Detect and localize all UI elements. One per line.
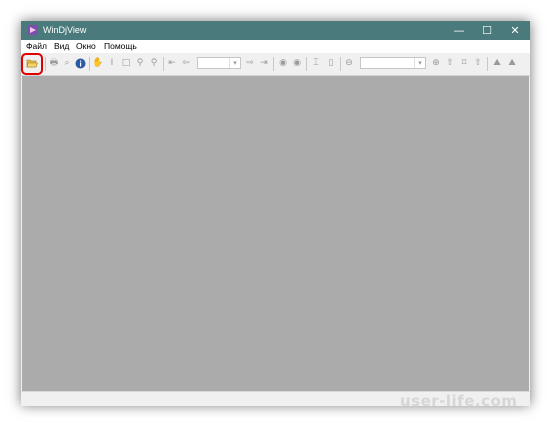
next-page-icon[interactable]: ⇨	[244, 57, 256, 69]
toolbar-separator	[306, 57, 307, 71]
prev-page-icon[interactable]: ⇦	[180, 57, 192, 69]
window-title: WinDjView	[43, 25, 87, 35]
maximize-button[interactable]: ☐	[473, 21, 501, 40]
toolbar-separator	[45, 57, 46, 71]
first-page-icon[interactable]: ⇤	[166, 57, 178, 69]
app-window: WinDjView — ☐ ✕ Файл Вид Окно Помощь 🖶 ⌕	[21, 21, 530, 406]
toolbar-separator	[163, 57, 164, 71]
windjview-app-icon	[28, 25, 38, 35]
page-number-combo[interactable]: ▾	[197, 57, 241, 69]
toolbar-separator	[340, 57, 341, 71]
print-icon[interactable]: 🖶	[48, 57, 60, 69]
toolbar-separator	[487, 57, 488, 71]
watermark: user-life.com	[400, 392, 518, 410]
chevron-down-icon: ▾	[414, 58, 425, 68]
back-icon[interactable]: ◉	[277, 57, 289, 69]
menu-file[interactable]: Файл	[26, 40, 47, 53]
fit-width-icon[interactable]: ⌑	[458, 57, 470, 69]
toolbar-separator	[89, 57, 90, 71]
two-pages-icon[interactable]: ▯	[325, 57, 337, 69]
menu-view[interactable]: Вид	[54, 40, 69, 53]
menu-window[interactable]: Окно	[76, 40, 96, 53]
minimize-button[interactable]: —	[445, 21, 473, 40]
hand-tool-icon[interactable]: ✋	[92, 57, 104, 69]
find-icon[interactable]: ⌕	[61, 57, 73, 69]
text-select-icon[interactable]: Ⅰ	[106, 57, 118, 69]
single-page-icon[interactable]: ⌶	[310, 57, 322, 69]
zoom-in-tool-icon[interactable]: ⚲	[134, 57, 146, 69]
zoom-combo[interactable]: ▾	[360, 57, 426, 69]
zoom-out-icon[interactable]: ⊖	[343, 57, 355, 69]
title-bar[interactable]: WinDjView — ☐ ✕	[21, 21, 530, 40]
rotate-left-icon[interactable]: ⛰	[491, 57, 503, 69]
menu-bar: Файл Вид Окно Помощь	[21, 40, 530, 53]
last-page-icon[interactable]: ⇥	[258, 57, 270, 69]
zoom-out-tool-icon[interactable]: ⚲	[148, 57, 160, 69]
toolbar-separator	[273, 57, 274, 71]
rect-select-icon[interactable]: □	[120, 57, 132, 69]
menu-help[interactable]: Помощь	[104, 40, 137, 53]
document-area[interactable]	[22, 76, 529, 391]
forward-icon[interactable]: ◉	[291, 57, 303, 69]
open-button[interactable]	[26, 57, 38, 69]
folder-open-icon	[26, 59, 38, 68]
close-button[interactable]: ✕	[501, 21, 529, 40]
info-icon[interactable]	[74, 57, 86, 69]
zoom-in-icon[interactable]: ⊕	[430, 57, 442, 69]
actual-size-icon[interactable]: ⇧	[472, 57, 484, 69]
info-circle-icon	[75, 58, 85, 68]
rotate-right-icon[interactable]: ⛰	[506, 57, 518, 69]
chevron-down-icon: ▾	[229, 58, 240, 68]
fit-page-icon[interactable]: ⇧	[444, 57, 456, 69]
toolbar: 🖶 ⌕ ✋ Ⅰ □ ⚲ ⚲ ⇤ ⇦ ▾ ⇨ ⇥ ◉ ◉ ⌶ ▯ ⊖ ▾ ⊕ ⇧ …	[21, 53, 530, 76]
